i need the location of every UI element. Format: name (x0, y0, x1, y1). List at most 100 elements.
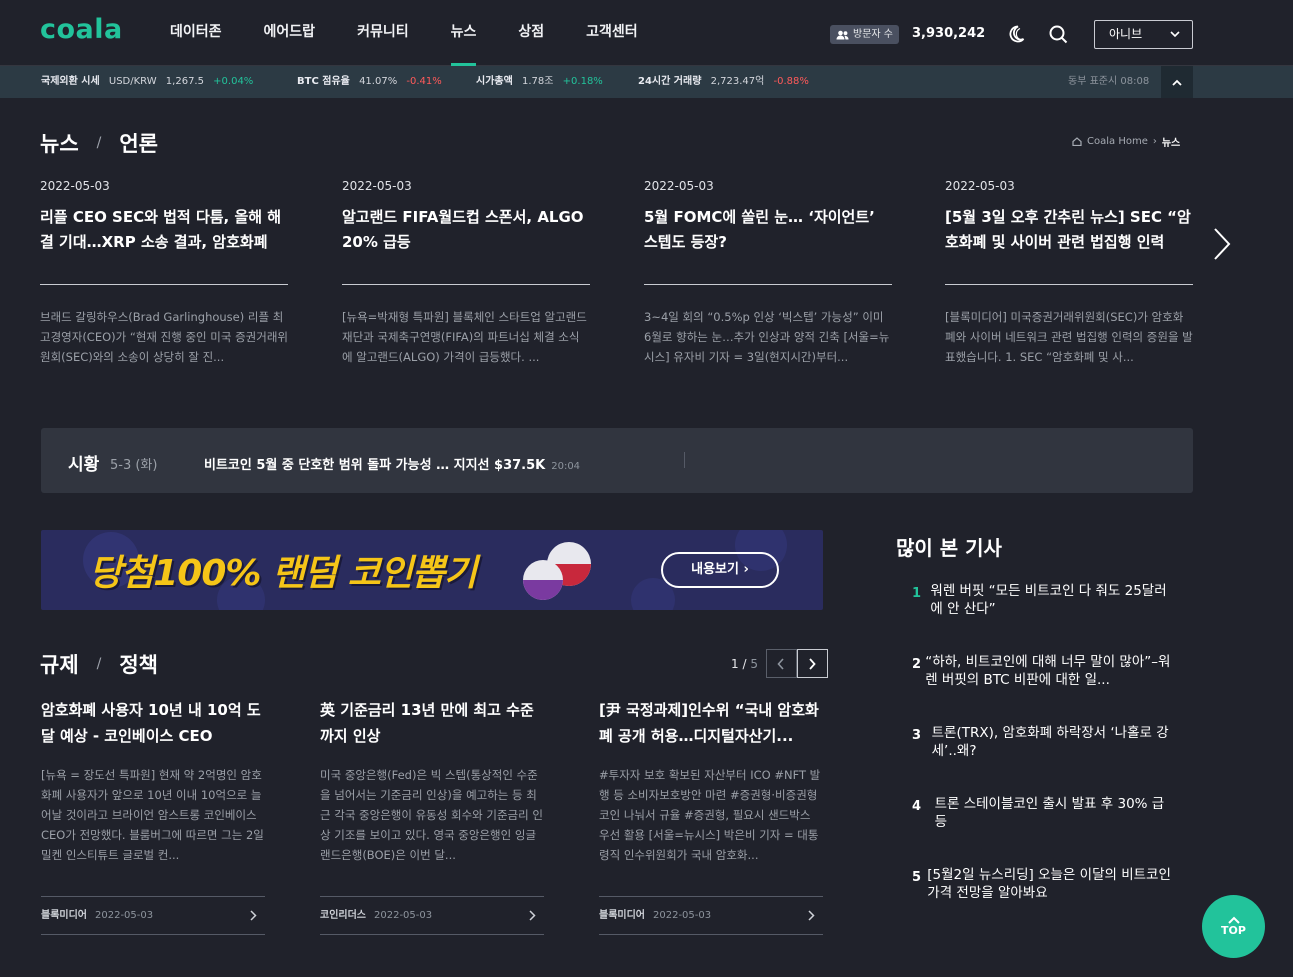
news-title[interactable]: 알고랜드 FIFA월드컵 스폰서, ALGO 20% 급등 (342, 205, 590, 285)
news-date: 2022-05-03 (342, 179, 412, 193)
prev-page-button[interactable] (765, 649, 797, 678)
regulation-footer[interactable]: 코인리더스 2022-05-03 (320, 896, 544, 935)
regulation-title[interactable]: 英 기준금리 13년 만에 최고 수준까지 인상 (320, 697, 544, 749)
arrow-up-icon (1227, 916, 1240, 924)
rank-number: 1 (912, 586, 922, 601)
source-name: 블록미디어 (599, 910, 645, 921)
source-name: 블록미디어 (41, 910, 87, 921)
ticker-collapse-button[interactable] (1161, 66, 1193, 98)
ticker-time: 동부 표준시 08:08 (1068, 76, 1150, 87)
nav-item-datazone[interactable]: 데이터존 (170, 0, 222, 66)
news-card[interactable]: 2022-05-03 [5월 3일 오후 간추린 뉴스] SEC “암호화폐 및… (945, 179, 1193, 369)
scroll-top-button[interactable]: TOP (1202, 895, 1265, 958)
logo[interactable]: coala (40, 14, 123, 45)
regulation-section-title: 규제 / 정책 (40, 649, 158, 679)
banner-text: 당첨100% 랜덤 코인뽑기 (89, 553, 477, 594)
article-date: 2022-05-03 (653, 910, 712, 921)
banner-view-button[interactable]: 내용보기 › (661, 552, 779, 588)
regulation-excerpt: #투자자 보호 확보된 자산부터 ICO #NFT 발행 등 소비자보호방안 마… (599, 768, 821, 862)
article-date: 2022-05-03 (95, 910, 154, 921)
source-name: 코인리더스 (320, 910, 366, 921)
chevron-right-icon (529, 910, 536, 921)
news-title[interactable]: 리플 CEO SEC와 법적 다툼, 올해 해결 기대…XRP 소송 결과, 암… (40, 205, 288, 285)
section-title: 뉴스 (40, 132, 79, 156)
breadcrumb-home[interactable]: Coala Home (1087, 136, 1148, 147)
section-subtitle: 언론 (119, 132, 158, 156)
popular-item[interactable]: 5 [5월2일 뉴스리딩] 오늘은 이달의 비트코인 가격 전망을 알아봐요 (912, 866, 1172, 902)
visitor-label: 방문자 수 (853, 29, 893, 40)
news-card[interactable]: 2022-05-03 알고랜드 FIFA월드컵 스폰서, ALGO 20% 급등… (342, 179, 590, 369)
popular-item[interactable]: 2 “하하, 비트코인에 대해 너무 말이 많아”–워렌 버핏의 BTC 비판에… (912, 653, 1172, 689)
section-subtitle: 정책 (119, 653, 158, 677)
market-date: 5-3 (화) (110, 458, 158, 473)
regulation-footer[interactable]: 블록미디어 2022-05-03 (41, 896, 265, 935)
nav-item-shop[interactable]: 상점 (518, 0, 544, 66)
news-title[interactable]: 5월 FOMC에 쏠린 눈… ‘자이언트’ 스텝도 등장? (644, 205, 892, 285)
chevron-right-icon (808, 910, 815, 921)
nav-item-airdrop[interactable]: 에어드랍 (264, 0, 316, 66)
language-select[interactable]: 아니브 (1094, 20, 1193, 49)
market-time: 20:04 (551, 461, 581, 472)
regulation-excerpt: 미국 중앙은행(Fed)은 빅 스텝(통상적인 수준을 넘어서는 기준금리 인상… (320, 768, 543, 862)
visitor-badge: 방문자 수 (830, 25, 899, 44)
popular-item[interactable]: 1 워렌 버핏 “모든 비트코인 다 줘도 25달러에 안 산다” (912, 582, 1172, 618)
nav-item-news[interactable]: 뉴스 (450, 0, 476, 66)
popular-section-title: 많이 본 기사 (896, 536, 1002, 560)
news-section-title: 뉴스 / 언론 (40, 128, 158, 158)
breadcrumb: Coala Home › 뉴스 (1072, 134, 1180, 149)
nav-item-support[interactable]: 고객센터 (586, 0, 638, 66)
market-label: 시황 (68, 455, 100, 475)
popular-title[interactable]: 워렌 버핏 “모든 비트코인 다 줘도 25달러에 안 산다” (930, 582, 1172, 618)
news-excerpt: 브래드 갈링하우스(Brad Garlinghouse) 리플 최고경영자(CE… (40, 310, 288, 364)
market-bar[interactable]: 시황 5-3 (화) 비트코인 5월 중 단호한 범위 돌파 가능성 … 지지선… (41, 428, 1193, 493)
news-card[interactable]: 2022-05-03 5월 FOMC에 쏠린 눈… ‘자이언트’ 스텝도 등장?… (644, 179, 892, 369)
language-value: 아니브 (1109, 27, 1143, 41)
news-next-button[interactable] (1208, 224, 1236, 264)
users-icon (836, 30, 849, 39)
popular-item[interactable]: 4 트론 스테이블코인 출시 발표 후 30% 급등 (912, 795, 1172, 831)
promo-banner[interactable]: 당첨100% 랜덤 코인뽑기 내용보기 › (41, 530, 823, 610)
regulation-card[interactable]: [尹 국정과제]인수위 “국내 암호화폐 공개 허용…디지털자산기... #투자… (599, 697, 823, 935)
dark-mode-toggle[interactable] (1004, 22, 1028, 46)
chevron-right-icon (809, 657, 817, 670)
regulation-footer[interactable]: 블록미디어 2022-05-03 (599, 896, 823, 935)
ticker-item-market-cap: 시가총액 1.78조 +0.18% (476, 76, 603, 87)
search-button[interactable] (1046, 22, 1070, 46)
chevron-right-icon (250, 910, 257, 921)
popular-title[interactable]: 트론(TRX), 암호화폐 하락장서 ‘나홀로 강세’..왜? (932, 724, 1172, 760)
top-label: TOP (1221, 924, 1246, 937)
ticker-item-volume: 24시간 거래량 2,723.47억 -0.88% (638, 76, 809, 87)
next-page-button[interactable] (796, 649, 828, 678)
rank-number: 2 (912, 657, 922, 672)
rank-number: 4 (912, 799, 922, 814)
popular-title[interactable]: [5월2일 뉴스리딩] 오늘은 이달의 비트코인 가격 전망을 알아봐요 (927, 866, 1172, 902)
chevron-left-icon (777, 657, 785, 670)
regulation-pager: 1 / 5 (731, 649, 828, 678)
regulation-card[interactable]: 英 기준금리 13년 만에 최고 수준까지 인상 미국 중앙은행(Fed)은 빅… (320, 697, 544, 935)
news-excerpt: 3~4일 회의 “0.5%p 인상 ‘빅스텝’ 가능성” 이미 6월로 향하는 … (644, 310, 890, 364)
breadcrumb-current: 뉴스 (1161, 138, 1181, 149)
market-headline[interactable]: 비트코인 5월 중 단호한 범위 돌파 가능성 … 지지선 $37.5K 20:0… (204, 454, 580, 473)
popular-title[interactable]: 트론 스테이블코인 출시 발표 후 30% 급등 (935, 795, 1172, 831)
regulation-card[interactable]: 암호화폐 사용자 10년 내 10억 도달 예상 - 코인베이스 CEO [뉴욕… (41, 697, 265, 935)
news-excerpt: [블록미디어] 미국증권거래위원회(SEC)가 암호화폐와 사이버 네트워크 관… (945, 310, 1193, 364)
popular-item[interactable]: 3 트론(TRX), 암호화폐 하락장서 ‘나홀로 강세’..왜? (912, 724, 1172, 760)
regulation-title[interactable]: 암호화폐 사용자 10년 내 10억 도달 예상 - 코인베이스 CEO (41, 697, 265, 749)
regulation-excerpt: [뉴욕 = 장도선 특파원] 현재 약 2억명인 암호화폐 사용자가 앞으로 1… (41, 768, 264, 862)
news-excerpt: [뉴욕=박재형 특파원] 블록체인 스타트업 알고랜드재단과 국제축구연맹(FI… (342, 310, 587, 364)
popular-title[interactable]: “하하, 비트코인에 대해 너무 말이 많아”–워렌 버핏의 BTC 비판에 대… (925, 653, 1172, 689)
news-date: 2022-05-03 (40, 179, 110, 193)
article-date: 2022-05-03 (374, 910, 433, 921)
regulation-title[interactable]: [尹 국정과제]인수위 “국내 암호화폐 공개 허용…디지털자산기... (599, 697, 823, 749)
chevron-right-icon (1214, 228, 1231, 260)
market-ticker: 국제외환 시세 USD/KRW 1,267.5 +0.04% BTC 점유율 4… (0, 66, 1293, 98)
site-header: coala 데이터존 에어드랍 커뮤니티 뉴스 상점 고객센터 방문자 수 3,… (0, 0, 1293, 66)
news-date: 2022-05-03 (644, 179, 714, 193)
rank-number: 3 (912, 728, 922, 743)
section-title: 규제 (40, 653, 79, 677)
nav-item-community[interactable]: 커뮤니티 (357, 0, 409, 66)
home-icon (1072, 137, 1082, 146)
news-title[interactable]: [5월 3일 오후 간추린 뉴스] SEC “암호화폐 및 사이버 관련 법집행… (945, 205, 1193, 285)
news-card[interactable]: 2022-05-03 리플 CEO SEC와 법적 다툼, 올해 해결 기대…X… (40, 179, 288, 369)
divider (684, 452, 685, 468)
